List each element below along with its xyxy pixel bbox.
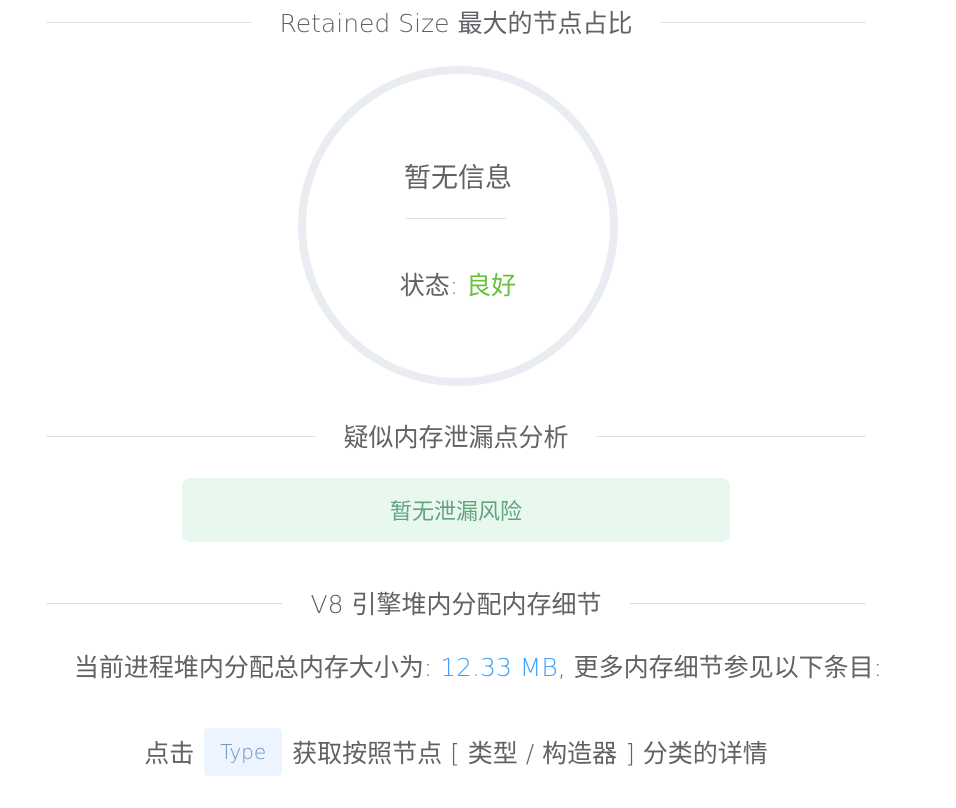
no-leak-alert-text: 暂无泄漏风险: [389, 500, 522, 525]
type-hint: 点击 Type 获取按照节点 [ 类型 / 构造器 ] 分类的详情: [0, 728, 912, 776]
circle-divider: [406, 218, 506, 219]
status-label: 状态:: [399, 271, 467, 300]
heap-total-size: 12.33 MB: [440, 653, 558, 682]
circle-info-text: 暂无信息: [404, 163, 512, 194]
summary-suffix: , 更多内存细节参见以下条目:: [557, 653, 883, 682]
no-leak-alert: 暂无泄漏风险: [182, 478, 730, 542]
summary-prefix: 当前进程堆内分配总内存大小为:: [73, 653, 441, 682]
type-tag-button[interactable]: Type: [204, 728, 283, 776]
circle-status: 状态: 良好: [306, 266, 610, 302]
heap-report-panel: Retained Size 最大的节点占比 暂无信息 状态: 良好 疑似内存泄漏…: [0, 0, 956, 808]
retained-size-title: Retained Size 最大的节点占比: [251, 4, 661, 40]
v8-heap-divider: V8 引擎堆内分配内存细节: [46, 585, 866, 621]
retained-size-divider: Retained Size 最大的节点占比: [46, 4, 866, 40]
leak-analysis-divider: 疑似内存泄漏点分析: [46, 418, 866, 454]
hint-after: 获取按照节点 [ 类型 / 构造器 ] 分类的详情: [292, 739, 768, 768]
leak-analysis-title: 疑似内存泄漏点分析: [315, 418, 597, 454]
retained-size-circle: 暂无信息 状态: 良好: [298, 66, 618, 386]
heap-summary: 当前进程堆内分配总内存大小为: 12.33 MB, 更多内存细节参见以下条目:: [0, 648, 956, 684]
status-value: 良好: [466, 271, 517, 300]
hint-before: 点击: [144, 739, 195, 768]
v8-heap-title: V8 引擎堆内分配内存细节: [282, 585, 630, 621]
